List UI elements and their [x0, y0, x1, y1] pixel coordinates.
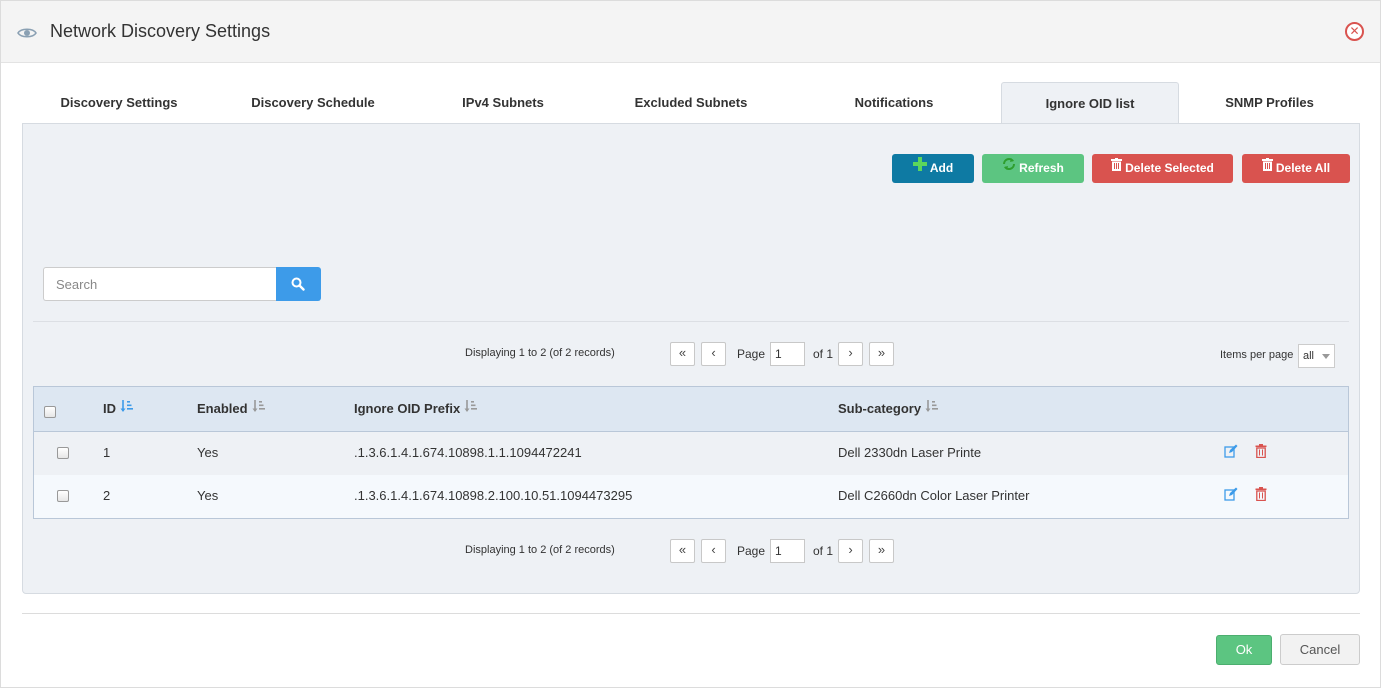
- sort-amount-icon: [464, 399, 478, 416]
- cell-enabled: Yes: [197, 488, 219, 503]
- oid-table: ID Enabled Ignore OID Prefix Sub-categor…: [33, 386, 1349, 519]
- tab-excluded-subnets[interactable]: Excluded Subnets: [595, 82, 787, 124]
- ok-button[interactable]: Ok: [1216, 635, 1272, 665]
- trash-icon: [1261, 153, 1273, 182]
- column-header-id-label: ID: [103, 401, 116, 416]
- tab-discovery-settings[interactable]: Discovery Settings: [23, 82, 215, 124]
- pager-bottom: Displaying 1 to 2 (of 2 records) « ‹ Pag…: [23, 539, 1023, 563]
- first-page-button[interactable]: «: [670, 539, 695, 563]
- column-header-subcategory-label: Sub-category: [838, 401, 922, 416]
- dialog-header: Network Discovery Settings ✕: [1, 1, 1380, 63]
- page-count-label: of 1: [813, 544, 834, 558]
- tab-ignore-oid-list[interactable]: Ignore OID list: [1001, 82, 1179, 125]
- search-icon: [291, 277, 305, 294]
- search-button[interactable]: [276, 267, 321, 301]
- prev-page-button[interactable]: ‹: [701, 539, 726, 563]
- add-button[interactable]: Add: [892, 154, 974, 183]
- table-row[interactable]: 2 Yes .1.3.6.1.4.1.674.10898.2.100.10.51…: [34, 475, 1348, 518]
- delete-selected-label: Delete Selected: [1125, 161, 1214, 175]
- page-number-input[interactable]: [770, 342, 805, 366]
- trash-icon[interactable]: [1255, 444, 1269, 459]
- records-display: Displaying 1 to 2 (of 2 records): [465, 544, 615, 556]
- trash-icon: [1111, 153, 1123, 182]
- delete-selected-button[interactable]: Delete Selected: [1092, 154, 1233, 183]
- items-per-page-select[interactable]: all: [1298, 344, 1335, 368]
- tab-notifications[interactable]: Notifications: [787, 82, 1001, 124]
- refresh-button-label: Refresh: [1019, 161, 1064, 175]
- cancel-button[interactable]: Cancel: [1280, 634, 1360, 665]
- table-row[interactable]: 1 Yes .1.3.6.1.4.1.674.10898.1.1.1094472…: [34, 432, 1348, 475]
- page-label: Page: [737, 544, 766, 558]
- column-header-prefix-label: Ignore OID Prefix: [354, 401, 461, 416]
- items-per-page-value: all: [1303, 350, 1315, 362]
- sort-amount-icon: [120, 399, 134, 416]
- trash-icon[interactable]: [1255, 487, 1269, 502]
- plus-icon: [912, 153, 927, 182]
- sort-amount-icon: [252, 399, 266, 416]
- column-header-subcategory[interactable]: Sub-category: [838, 399, 939, 416]
- tab-snmp-profiles[interactable]: SNMP Profiles: [1179, 82, 1360, 124]
- delete-all-button[interactable]: Delete All: [1242, 154, 1350, 183]
- next-page-button[interactable]: ›: [838, 539, 863, 563]
- refresh-icon: [1002, 153, 1016, 182]
- column-header-id[interactable]: ID: [103, 399, 134, 416]
- footer-divider: [22, 613, 1360, 614]
- page-label: Page: [737, 347, 766, 361]
- cell-subcategory: Dell C2660dn Color Laser Printer: [838, 488, 1030, 503]
- tab-discovery-schedule[interactable]: Discovery Schedule: [215, 82, 411, 124]
- ignore-oid-panel: Add Refresh Delete Selected Delete All S…: [22, 123, 1360, 594]
- sort-amount-icon: [925, 399, 939, 416]
- tab-bar: Discovery Settings Discovery Schedule IP…: [23, 82, 1360, 125]
- column-header-enabled[interactable]: Enabled: [197, 399, 266, 416]
- edit-icon[interactable]: [1224, 444, 1238, 458]
- pager-top: Displaying 1 to 2 (of 2 records) « ‹ Pag…: [23, 342, 1023, 366]
- items-per-page-label: Items per page: [1220, 349, 1294, 361]
- select-all-checkbox[interactable]: [44, 406, 56, 418]
- cell-prefix: .1.3.6.1.4.1.674.10898.1.1.1094472241: [354, 445, 582, 460]
- page-number-input[interactable]: [770, 539, 805, 563]
- page-count-label: of 1: [813, 347, 834, 361]
- last-page-button[interactable]: »: [869, 539, 894, 563]
- eye-icon: [17, 23, 37, 43]
- cell-id: 2: [103, 488, 111, 503]
- close-icon[interactable]: ✕: [1345, 22, 1364, 41]
- delete-all-label: Delete All: [1275, 161, 1331, 175]
- column-header-prefix[interactable]: Ignore OID Prefix: [354, 399, 478, 416]
- network-discovery-dialog: Network Discovery Settings ✕ Discovery S…: [0, 0, 1381, 688]
- tab-ipv4-subnets[interactable]: IPv4 Subnets: [411, 82, 595, 124]
- dialog-title: Network Discovery Settings: [50, 21, 271, 41]
- first-page-button[interactable]: «: [670, 342, 695, 366]
- edit-icon[interactable]: [1224, 487, 1238, 501]
- row-checkbox[interactable]: [57, 490, 69, 502]
- cell-prefix: .1.3.6.1.4.1.674.10898.2.100.10.51.10944…: [354, 488, 633, 503]
- table-header: ID Enabled Ignore OID Prefix Sub-categor…: [34, 387, 1348, 432]
- cell-subcategory: Dell 2330dn Laser Printe: [838, 445, 982, 460]
- cell-id: 1: [103, 445, 111, 460]
- divider: [33, 321, 1349, 322]
- search-box: [43, 267, 321, 301]
- next-page-button[interactable]: ›: [838, 342, 863, 366]
- prev-page-button[interactable]: ‹: [701, 342, 726, 366]
- search-input[interactable]: [43, 267, 277, 301]
- refresh-button[interactable]: Refresh: [982, 154, 1084, 183]
- row-checkbox[interactable]: [57, 447, 69, 459]
- records-display: Displaying 1 to 2 (of 2 records): [465, 347, 615, 359]
- column-header-enabled-label: Enabled: [197, 401, 248, 416]
- add-button-label: Add: [929, 161, 954, 175]
- last-page-button[interactable]: »: [869, 342, 894, 366]
- cell-enabled: Yes: [197, 445, 219, 460]
- chevron-down-icon: [1322, 354, 1330, 359]
